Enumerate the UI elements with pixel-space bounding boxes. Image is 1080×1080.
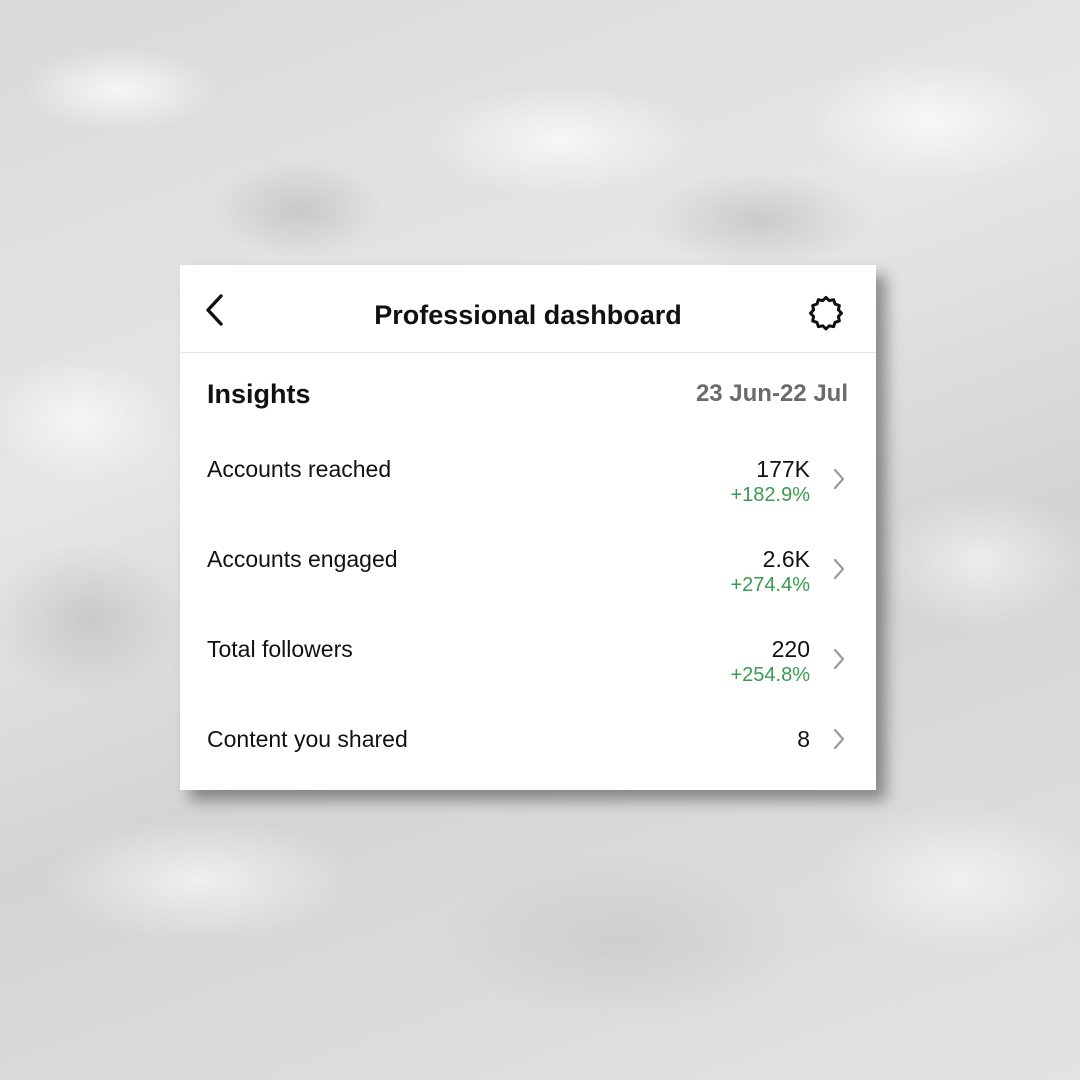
chevron-right-icon — [830, 646, 848, 672]
list-item-content-shared[interactable]: Content you shared 8 — [180, 725, 876, 775]
row-label: Total followers — [207, 636, 353, 662]
list-item-total-followers[interactable]: Total followers 220 +254.8% — [180, 635, 876, 725]
list-item-accounts-reached[interactable]: Accounts reached 177K +182.9% — [180, 455, 876, 545]
date-range-selector[interactable]: 23 Jun-22 Jul — [696, 379, 848, 409]
chevron-right-icon — [830, 466, 848, 492]
row-label: Accounts engaged — [207, 546, 398, 572]
chevron-right-icon — [830, 726, 848, 752]
row-change: +182.9% — [730, 484, 810, 506]
row-change: +254.8% — [730, 664, 810, 686]
list-item-accounts-engaged[interactable]: Accounts engaged 2.6K +274.4% — [180, 545, 876, 635]
row-change: +274.4% — [730, 574, 810, 596]
row-value: 2.6K — [762, 546, 810, 572]
section-title: Insights — [207, 379, 311, 409]
row-label: Content you shared — [207, 726, 408, 752]
chevron-right-icon — [830, 556, 848, 582]
insights-panel: Insights 23 Jun-22 Jul Accounts reached … — [180, 265, 876, 790]
row-value: 8 — [797, 726, 810, 752]
row-value: 220 — [771, 636, 810, 662]
row-label: Accounts reached — [207, 456, 392, 482]
row-value: 177K — [756, 456, 810, 482]
